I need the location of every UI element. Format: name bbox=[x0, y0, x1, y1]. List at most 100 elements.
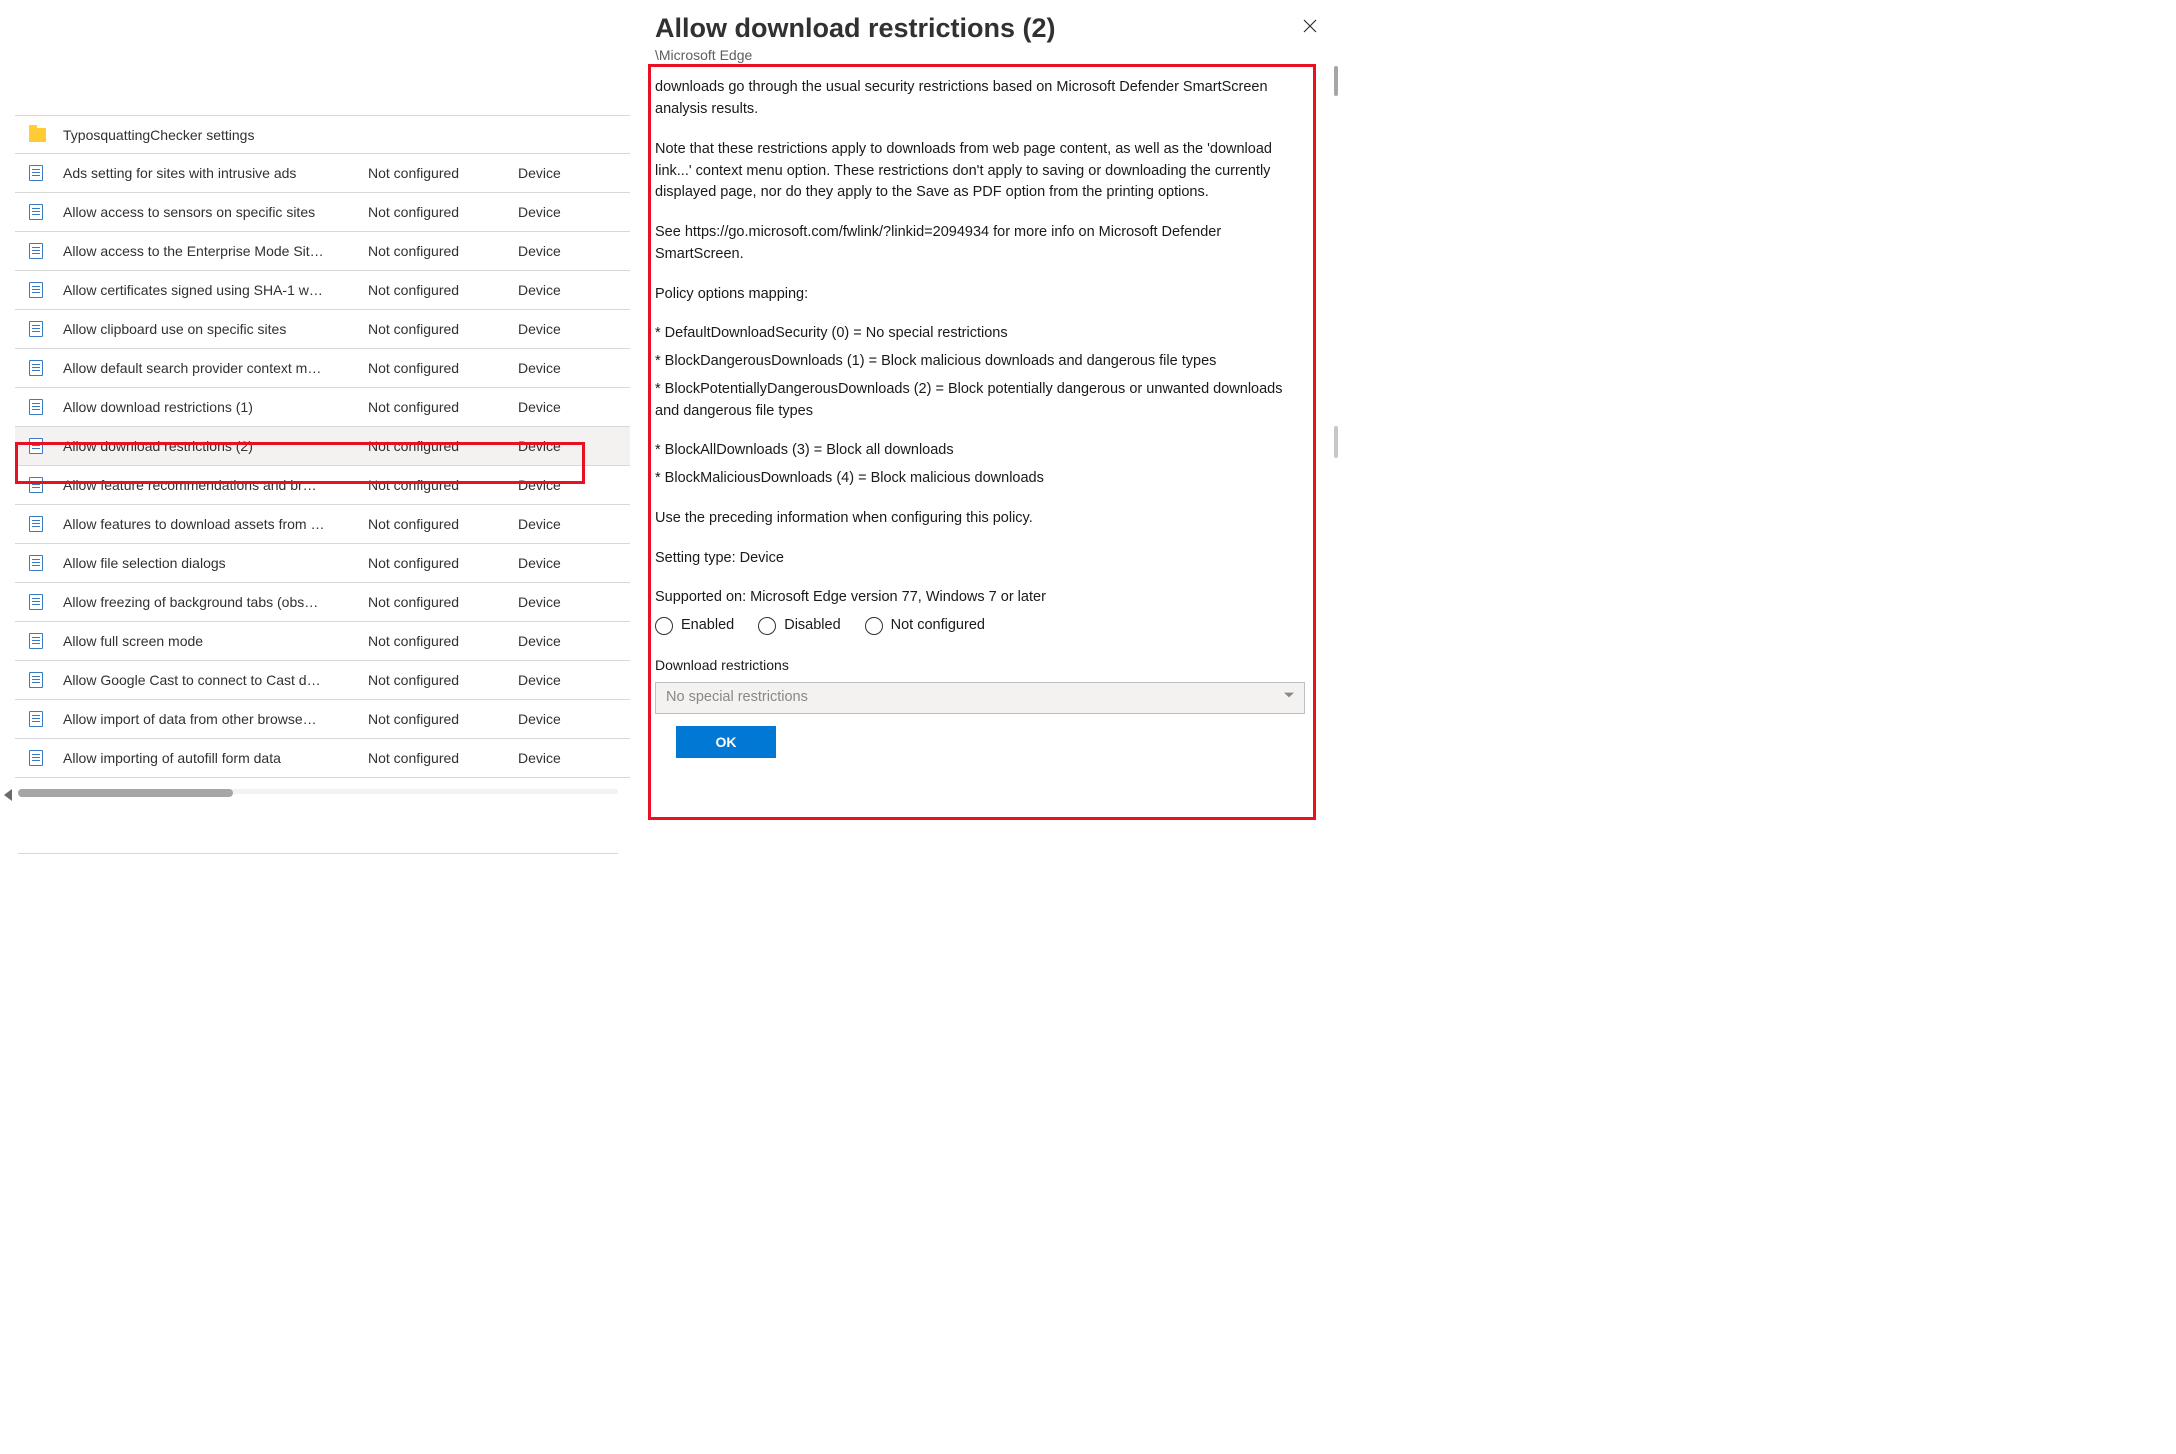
panel-title: Allow download restrictions (2) bbox=[655, 12, 1308, 44]
row-name: Ads setting for sites with intrusive ads bbox=[63, 165, 368, 181]
setting-row[interactable]: Ads setting for sites with intrusive ads… bbox=[15, 154, 630, 193]
setting-doc-icon bbox=[29, 438, 63, 454]
row-scope: Device bbox=[518, 282, 598, 298]
row-name: Allow access to sensors on specific site… bbox=[63, 204, 368, 220]
panel-breadcrumb: \Microsoft Edge bbox=[655, 47, 1308, 63]
row-scope: Device bbox=[518, 204, 598, 220]
row-state: Not configured bbox=[368, 282, 518, 298]
row-name: Allow certificates signed using SHA-1 w… bbox=[63, 282, 368, 298]
row-scope: Device bbox=[518, 438, 598, 454]
setting-row[interactable]: Allow features to download assets from …… bbox=[15, 505, 630, 544]
setting-doc-icon bbox=[29, 711, 63, 727]
description-text: downloads go through the usual security … bbox=[655, 77, 1308, 121]
row-state: Not configured bbox=[368, 399, 518, 415]
radio-label: Disabled bbox=[784, 615, 840, 637]
radio-enabled[interactable]: Enabled bbox=[655, 615, 734, 637]
setting-doc-icon bbox=[29, 399, 63, 415]
setting-doc-icon bbox=[29, 477, 63, 493]
setting-row[interactable]: Allow file selection dialogsNot configur… bbox=[15, 544, 630, 583]
setting-doc-icon bbox=[29, 633, 63, 649]
row-scope: Device bbox=[518, 750, 598, 766]
row-name: Allow freezing of background tabs (obs… bbox=[63, 594, 368, 610]
setting-doc-icon bbox=[29, 282, 63, 298]
row-state: Not configured bbox=[368, 360, 518, 376]
settings-left-panel: TyposquattingChecker settingsAds setting… bbox=[0, 0, 630, 894]
policy-option: * BlockPotentiallyDangerousDownloads (2)… bbox=[655, 379, 1308, 423]
row-state: Not configured bbox=[368, 633, 518, 649]
setting-row[interactable]: Allow clipboard use on specific sitesNot… bbox=[15, 310, 630, 349]
row-state: Not configured bbox=[368, 516, 518, 532]
row-state: Not configured bbox=[368, 750, 518, 766]
dropdown-selected-value: No special restrictions bbox=[666, 687, 808, 709]
setting-doc-icon bbox=[29, 243, 63, 259]
radio-disabled[interactable]: Disabled bbox=[758, 615, 840, 637]
setting-row[interactable]: Allow Google Cast to connect to Cast d…N… bbox=[15, 661, 630, 700]
setting-row[interactable]: Allow feature recommendations and br…Not… bbox=[15, 466, 630, 505]
row-scope: Device bbox=[518, 555, 598, 571]
row-state: Not configured bbox=[368, 321, 518, 337]
scroll-left-arrow-icon[interactable] bbox=[4, 789, 12, 801]
ok-button[interactable]: OK bbox=[676, 726, 776, 758]
radio-icon bbox=[655, 617, 673, 635]
radio-not-configured[interactable]: Not configured bbox=[865, 615, 985, 637]
panel-footer: OK bbox=[651, 714, 1338, 758]
row-scope: Device bbox=[518, 711, 598, 727]
row-scope: Device bbox=[518, 516, 598, 532]
row-name: Allow import of data from other browse… bbox=[63, 711, 368, 727]
row-scope: Device bbox=[518, 399, 598, 415]
setting-row[interactable]: Allow access to the Enterprise Mode Sit…… bbox=[15, 232, 630, 271]
row-name: Allow importing of autofill form data bbox=[63, 750, 368, 766]
setting-row[interactable]: Allow download restrictions (1)Not confi… bbox=[15, 388, 630, 427]
panel-body: downloads go through the usual security … bbox=[651, 69, 1338, 714]
dropdown-label: Download restrictions bbox=[655, 655, 1308, 676]
row-scope: Device bbox=[518, 672, 598, 688]
setting-row[interactable]: Allow full screen modeNot configuredDevi… bbox=[15, 622, 630, 661]
policy-option: * DefaultDownloadSecurity (0) = No speci… bbox=[655, 323, 1308, 345]
setting-doc-icon bbox=[29, 321, 63, 337]
row-name: Allow clipboard use on specific sites bbox=[63, 321, 368, 337]
setting-row[interactable]: Allow importing of autofill form dataNot… bbox=[15, 739, 630, 778]
settings-list: TyposquattingChecker settingsAds setting… bbox=[15, 115, 630, 778]
row-state: Not configured bbox=[368, 477, 518, 493]
row-name: Allow full screen mode bbox=[63, 633, 368, 649]
folder-row[interactable]: TyposquattingChecker settings bbox=[15, 115, 630, 154]
setting-doc-icon bbox=[29, 672, 63, 688]
policy-option: * BlockAllDownloads (3) = Block all down… bbox=[655, 440, 1308, 462]
download-restrictions-dropdown[interactable]: No special restrictions bbox=[655, 682, 1305, 714]
description-text: See https://go.microsoft.com/fwlink/?lin… bbox=[655, 222, 1308, 266]
row-name: Allow download restrictions (2) bbox=[63, 438, 368, 454]
detail-panel: Allow download restrictions (2) \Microso… bbox=[651, 0, 1338, 894]
row-scope: Device bbox=[518, 243, 598, 259]
row-state: Not configured bbox=[368, 555, 518, 571]
radio-icon bbox=[865, 617, 883, 635]
row-state: Not configured bbox=[368, 594, 518, 610]
setting-doc-icon bbox=[29, 555, 63, 571]
row-name: Allow access to the Enterprise Mode Sit… bbox=[63, 243, 368, 259]
setting-doc-icon bbox=[29, 165, 63, 181]
row-name: Allow default search provider context m… bbox=[63, 360, 368, 376]
description-text: Policy options mapping: bbox=[655, 284, 1308, 306]
description-text: Use the preceding information when confi… bbox=[655, 508, 1308, 530]
radio-icon bbox=[758, 617, 776, 635]
setting-doc-icon bbox=[29, 204, 63, 220]
setting-row[interactable]: Allow access to sensors on specific site… bbox=[15, 193, 630, 232]
close-button[interactable] bbox=[1298, 14, 1322, 38]
row-scope: Device bbox=[518, 360, 598, 376]
state-radio-group: Enabled Disabled Not configured bbox=[655, 615, 1308, 637]
divider bbox=[18, 853, 618, 854]
setting-row[interactable]: Allow freezing of background tabs (obs…N… bbox=[15, 583, 630, 622]
vertical-scrollbar[interactable] bbox=[1330, 66, 1338, 818]
radio-label: Not configured bbox=[891, 615, 985, 637]
setting-type-text: Setting type: Device bbox=[655, 548, 1308, 570]
row-state: Not configured bbox=[368, 204, 518, 220]
setting-row[interactable]: Allow import of data from other browse…N… bbox=[15, 700, 630, 739]
horizontal-scrollbar[interactable] bbox=[18, 789, 618, 799]
setting-row[interactable]: Allow download restrictions (2)Not confi… bbox=[15, 427, 630, 466]
row-name: Allow features to download assets from … bbox=[63, 516, 368, 532]
row-scope: Device bbox=[518, 477, 598, 493]
panel-header: Allow download restrictions (2) \Microso… bbox=[651, 0, 1338, 69]
row-name: Allow file selection dialogs bbox=[63, 555, 368, 571]
setting-row[interactable]: Allow default search provider context m…… bbox=[15, 349, 630, 388]
row-state: Not configured bbox=[368, 165, 518, 181]
setting-row[interactable]: Allow certificates signed using SHA-1 w…… bbox=[15, 271, 630, 310]
